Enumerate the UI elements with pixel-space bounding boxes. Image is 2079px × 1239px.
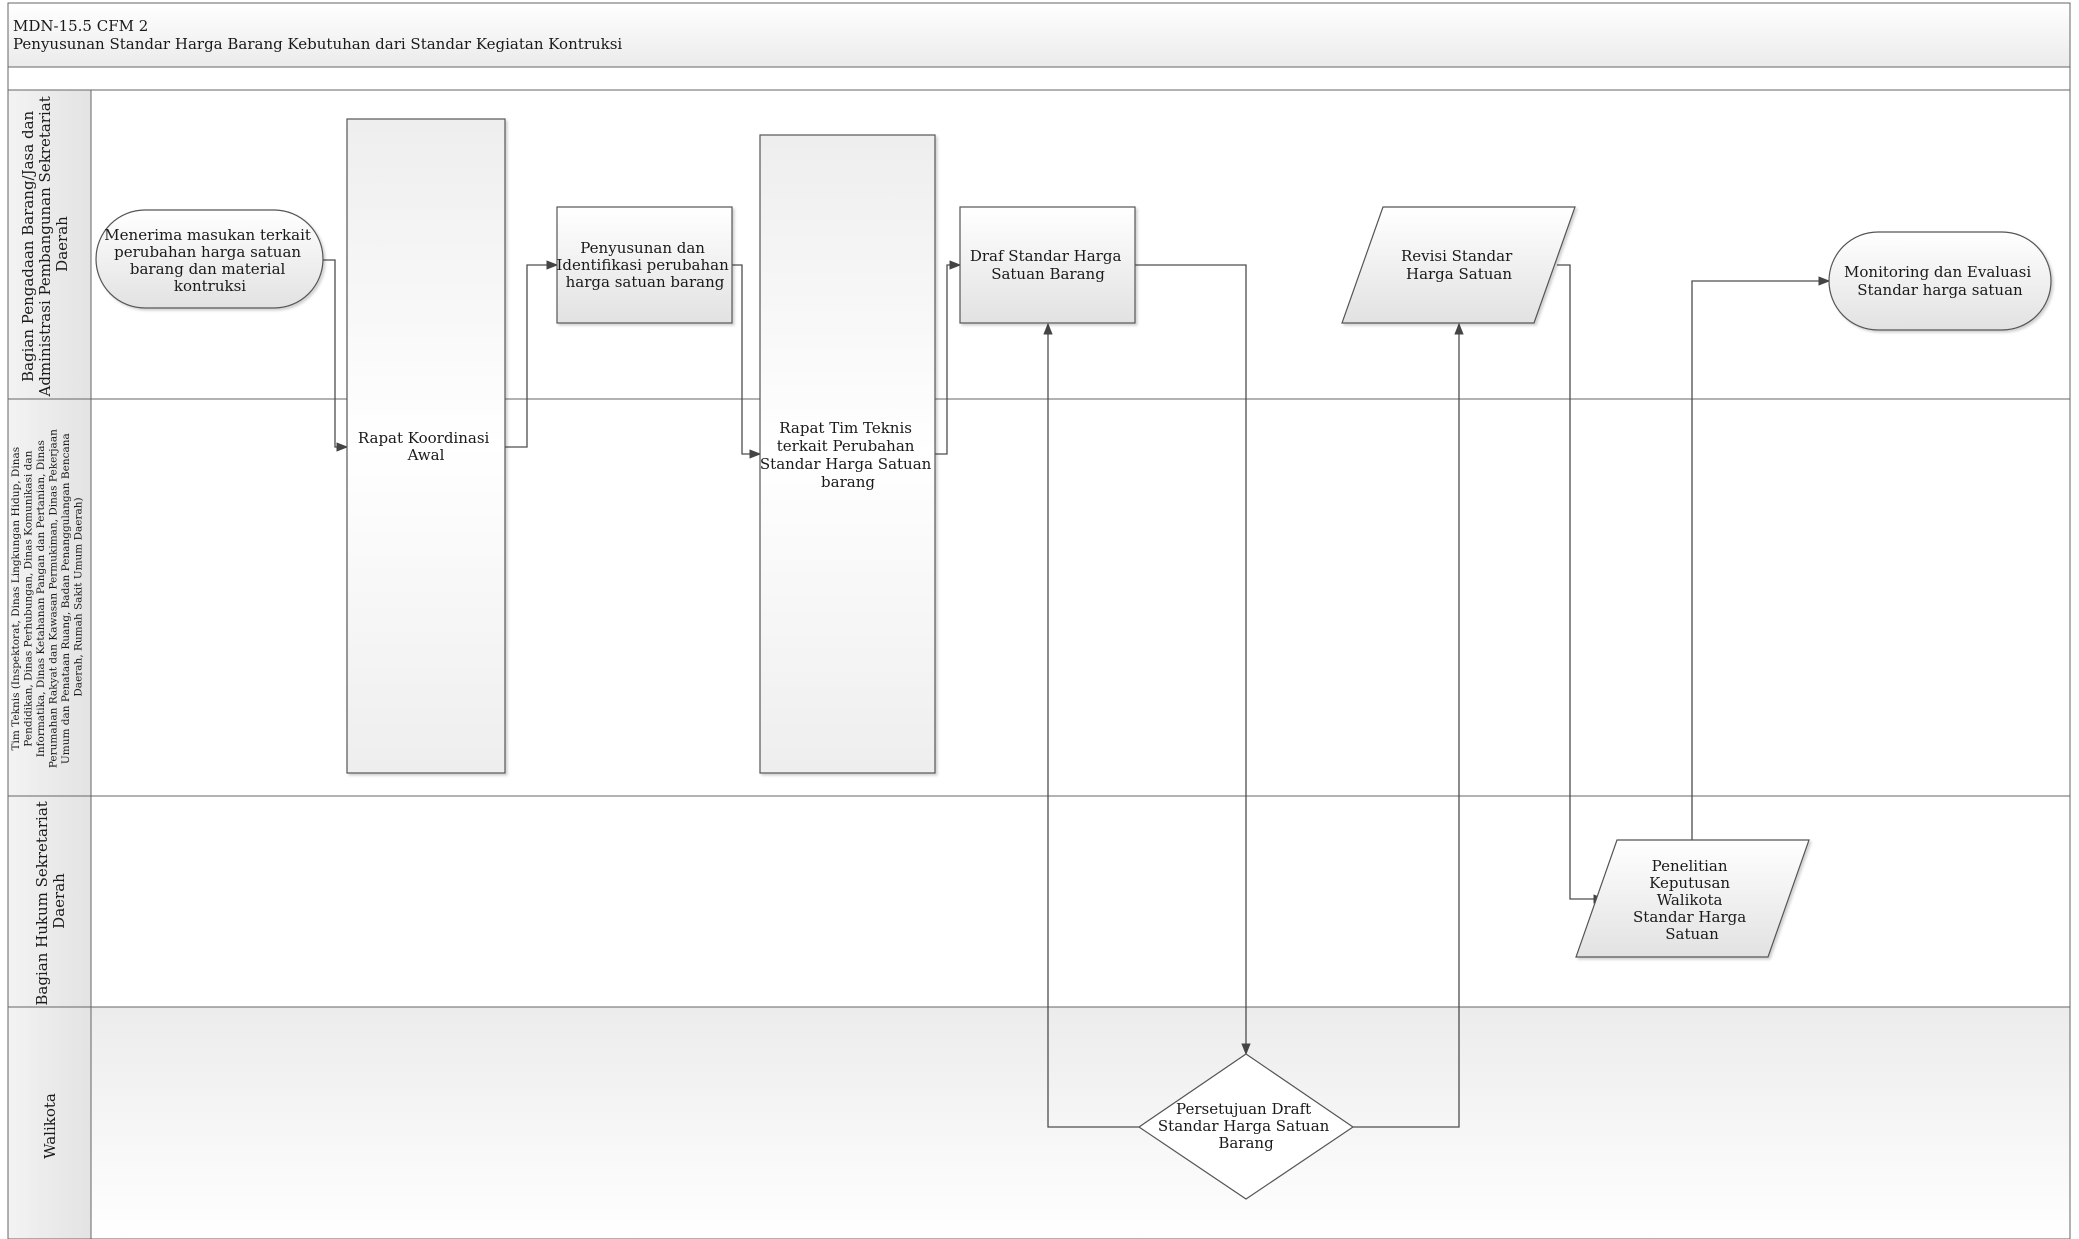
node-label: Revisi Standar Harga Satuan xyxy=(1401,247,1517,283)
node-rapat-tim-teknis: Rapat Tim Teknis terkait Perubahan Stand… xyxy=(759,134,936,774)
node-menerima-masukan: Menerima masukan terkait perubahan harga… xyxy=(95,209,324,309)
lane-body-walikota xyxy=(7,1006,2071,1239)
node-label: Draf Standar Harga Satuan Barang xyxy=(970,247,1126,283)
node-revisi-standar-harga: Revisi Standar Harga Satuan xyxy=(1341,206,1576,324)
lane-body-tim-teknis xyxy=(7,398,2071,797)
node-draf-standar-harga: Draf Standar Harga Satuan Barang xyxy=(959,206,1136,324)
node-label: Monitoring dan Evaluasi Standar harga sa… xyxy=(1844,263,2036,299)
diagram-title: Penyusunan Standar Harga Barang Kebutuha… xyxy=(13,35,622,53)
lane-label-walikota: Walikota xyxy=(41,1093,59,1159)
cross-functional-flowchart: MDN-15.5 CFM 2 Penyusunan Standar Harga … xyxy=(7,2,2071,1239)
title-block: MDN-15.5 CFM 2 Penyusunan Standar Harga … xyxy=(7,2,2071,91)
diagram-code: MDN-15.5 CFM 2 xyxy=(13,17,148,35)
node-rapat-koordinasi-awal: Rapat Koordinasi Awal xyxy=(346,118,506,774)
node-label: Penyusunan dan Identifikasi perubahan ha… xyxy=(556,239,733,291)
node-penyusunan-identifikasi: Penyusunan dan Identifikasi perubahan ha… xyxy=(556,206,733,324)
node-penelitian-keputusan: Penelitian Keputusan Walikota Standar Ha… xyxy=(1575,839,1810,958)
node-monitoring-evaluasi: Monitoring dan Evaluasi Standar harga sa… xyxy=(1828,231,2052,331)
